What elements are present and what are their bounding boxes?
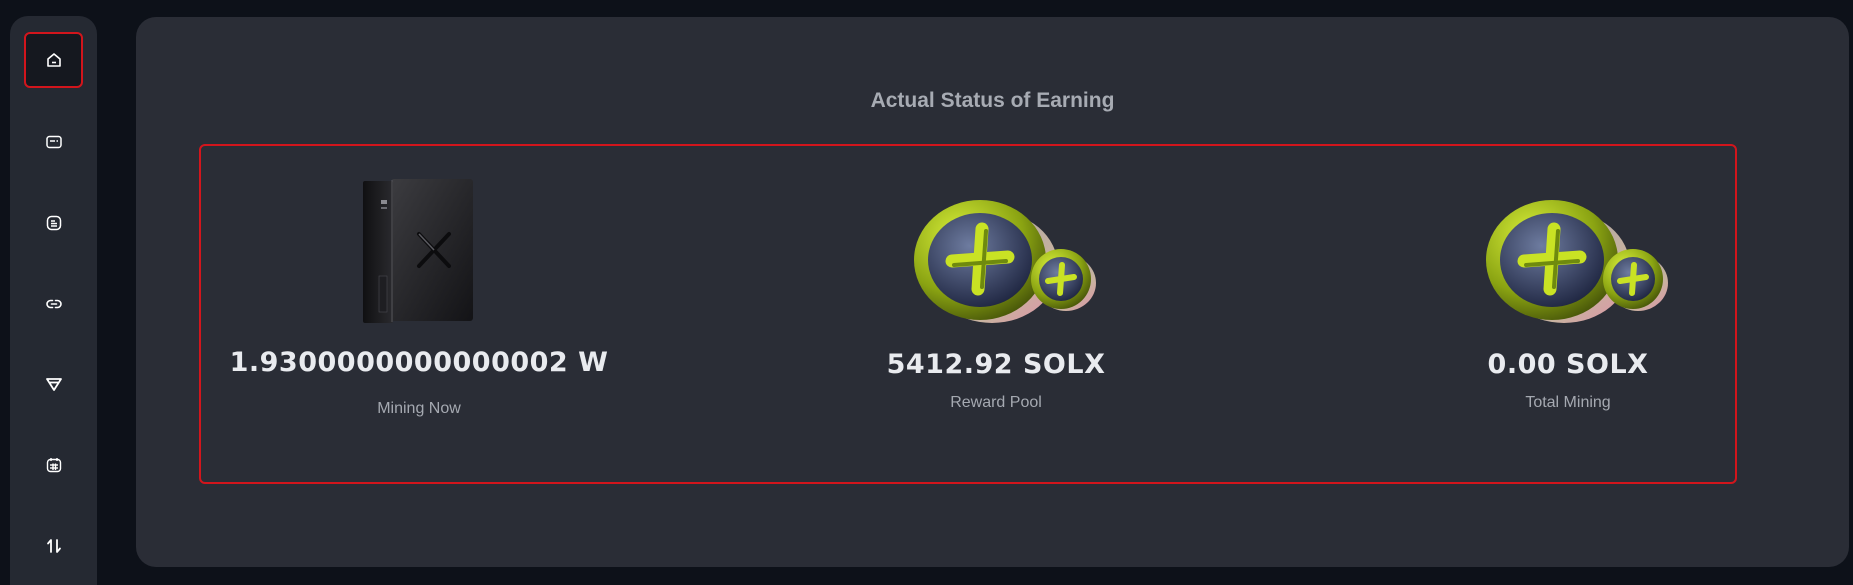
reward-pool-label: Reward Pool xyxy=(950,394,1042,411)
sidebar-item-card[interactable] xyxy=(24,114,83,170)
shield-icon xyxy=(45,378,62,391)
stat-total-mining: 0.00 SOLX Total Mining xyxy=(1378,146,1758,482)
sidebar-item-documents[interactable] xyxy=(24,195,83,251)
swap-icon xyxy=(46,539,61,553)
mining-now-label: Mining Now xyxy=(377,400,461,417)
earning-status-box: 1.9300000000000002 W Mining Now 5412.92 … xyxy=(199,144,1737,484)
total-mining-label: Total Mining xyxy=(1525,394,1611,411)
miner-device-image xyxy=(363,179,473,323)
solx-coins-image xyxy=(914,200,1096,323)
calendar-icon xyxy=(46,458,61,473)
document-icon xyxy=(46,215,61,231)
sidebar-item-shield[interactable] xyxy=(24,356,83,412)
mining-now-value: 1.9300000000000002 W xyxy=(229,347,609,378)
sidebar-item-links[interactable] xyxy=(24,276,83,332)
reward-pool-value: 5412.92 SOLX xyxy=(886,349,1106,380)
stat-reward-pool: 5412.92 SOLX Reward Pool xyxy=(806,146,1186,482)
sidebar-item-home[interactable] xyxy=(24,32,83,88)
sidebar xyxy=(10,16,97,585)
sidebar-item-calendar[interactable] xyxy=(24,437,83,493)
section-title: Actual Status of Earning xyxy=(870,89,1115,112)
home-icon xyxy=(46,53,61,67)
total-mining-value: 0.00 SOLX xyxy=(1487,349,1649,380)
sidebar-item-swap[interactable] xyxy=(24,518,83,574)
solx-coins-image xyxy=(1486,200,1668,323)
card-icon xyxy=(45,135,62,149)
stat-mining-now: 1.9300000000000002 W Mining Now xyxy=(229,146,609,482)
link-icon xyxy=(45,299,62,309)
earning-panel: Actual Status of Earning 1.9300000000000… xyxy=(136,17,1849,567)
